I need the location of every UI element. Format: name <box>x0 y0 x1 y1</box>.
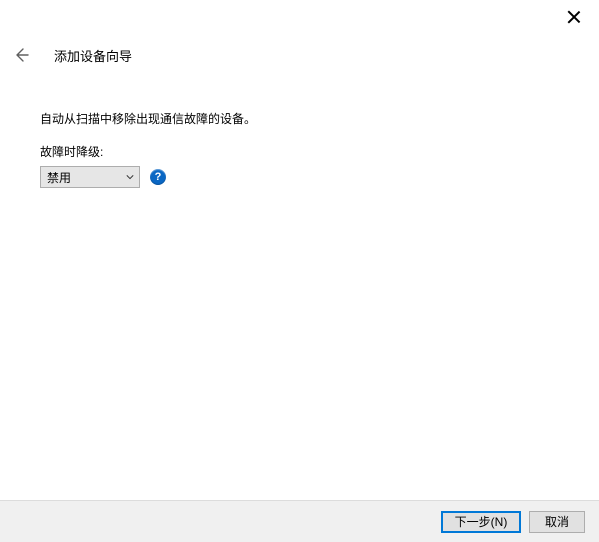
help-icon[interactable]: ? <box>150 169 166 185</box>
wizard-content: 自动从扫描中移除出现通信故障的设备。 故障时降级: 禁用 ? <box>40 110 559 188</box>
close-button[interactable] <box>567 10 581 24</box>
chevron-down-icon <box>121 173 139 181</box>
demote-field-row: 禁用 ? <box>40 166 559 188</box>
wizard-footer: 下一步(N) 取消 <box>0 500 599 542</box>
wizard-title: 添加设备向导 <box>54 46 132 65</box>
cancel-button-label: 取消 <box>545 513 569 530</box>
description-text: 自动从扫描中移除出现通信故障的设备。 <box>40 110 559 127</box>
demote-select-value: 禁用 <box>41 169 121 186</box>
next-button[interactable]: 下一步(N) <box>441 511 521 533</box>
demote-select[interactable]: 禁用 <box>40 166 140 188</box>
wizard-header: 添加设备向导 <box>10 44 132 66</box>
cancel-button[interactable]: 取消 <box>529 511 585 533</box>
help-glyph: ? <box>155 171 162 183</box>
back-arrow-icon <box>13 47 29 63</box>
demote-label: 故障时降级: <box>40 143 559 160</box>
next-button-label: 下一步(N) <box>455 513 508 530</box>
back-button[interactable] <box>10 44 32 66</box>
